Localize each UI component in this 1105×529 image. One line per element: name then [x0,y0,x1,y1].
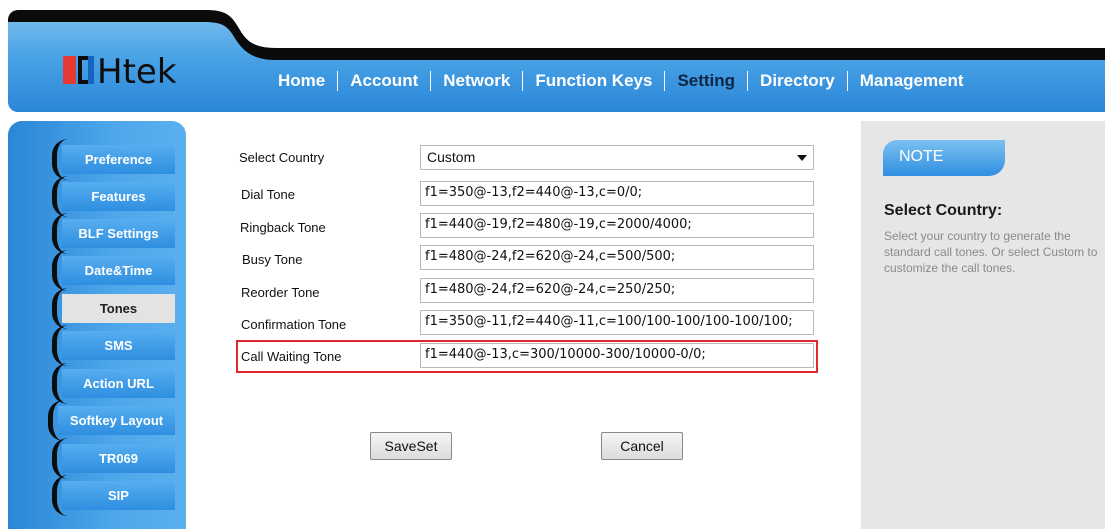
svg-text:Htek: Htek [97,52,177,88]
sidebar-item-softkey-layout[interactable]: Softkey Layout [48,400,175,441]
sidebar-item-action-url[interactable]: Action URL [52,363,175,404]
sidebar-item-tones[interactable]: Tones [52,288,175,329]
ringback-tone-label: Ringback Tone [240,220,326,235]
sidebar-item-label: Action URL [83,376,154,391]
nav-network[interactable]: Network [431,71,522,91]
sidebar-item-blf-settings[interactable]: BLF Settings [52,213,175,254]
call-waiting-tone-input[interactable]: f1=440@-13,c=300/10000-300/10000-0/0; [420,343,814,368]
note-panel: NOTE Select Country: Select your country… [861,121,1105,529]
sidebar-item-preference[interactable]: Preference [52,139,175,180]
header-banner: Htek Home Account Network Function Keys … [8,10,1105,112]
nav-function-keys[interactable]: Function Keys [523,71,664,91]
dial-tone-label: Dial Tone [241,187,295,202]
cancel-button[interactable]: Cancel [601,432,683,460]
select-country-value: Custom [427,149,476,165]
note-title: Select Country: [884,202,1003,219]
select-country-label: Select Country [239,150,325,165]
sidebar-item-label: TR069 [98,451,139,466]
sidebar-item-label: Preference [84,152,153,167]
chevron-down-icon [797,155,807,161]
select-country-dropdown[interactable]: Custom [420,145,814,170]
sidebar-item-label: BLF Settings [78,226,159,241]
sidebar-item-tr069[interactable]: TR069 [52,438,175,479]
ringback-tone-input[interactable]: f1=440@-19,f2=480@-19,c=2000/4000; [420,213,814,238]
saveset-button[interactable]: SaveSet [370,432,452,460]
nav-home[interactable]: Home [266,71,337,91]
sidebar-item-sms[interactable]: SMS [52,325,175,366]
sidebar-item-sip[interactable]: SIP [52,475,175,516]
main-nav: Home Account Network Function Keys Setti… [266,69,976,93]
sidebar-item-label: Features [91,189,146,204]
sidebar-item-label: Date&Time [84,263,153,278]
sidebar-item-label: SIP [108,488,129,503]
dial-tone-input[interactable]: f1=350@-13,f2=440@-13,c=0/0; [420,181,814,206]
sidebar: Preference Features BLF Settings Date&Ti… [8,121,186,529]
confirmation-tone-input[interactable]: f1=350@-11,f2=440@-11,c=100/100-100/100-… [420,310,814,335]
sidebar-item-label: Tones [99,301,138,316]
note-text: Select your country to generate the stan… [884,229,1098,275]
reorder-tone-label: Reorder Tone [241,285,320,300]
nav-account[interactable]: Account [338,71,430,91]
nav-management[interactable]: Management [848,71,976,91]
sidebar-item-label: SMS [104,338,133,353]
confirmation-tone-label: Confirmation Tone [241,317,347,332]
busy-tone-input[interactable]: f1=480@-24,f2=620@-24,c=500/500; [420,245,814,270]
call-waiting-tone-label: Call Waiting Tone [241,349,342,364]
sidebar-item-date-time[interactable]: Date&Time [52,250,175,291]
busy-tone-label: Busy Tone [242,252,303,267]
reorder-tone-input[interactable]: f1=480@-24,f2=620@-24,c=250/250; [420,278,814,303]
nav-setting[interactable]: Setting [665,71,747,91]
htek-logo: Htek [63,52,203,92]
note-tab: NOTE [883,140,1005,176]
tones-form: Select Country Custom Dial Tone f1=350@-… [191,121,861,529]
sidebar-item-features[interactable]: Features [52,176,175,217]
nav-directory[interactable]: Directory [748,71,847,91]
sidebar-item-label: Softkey Layout [69,413,164,428]
